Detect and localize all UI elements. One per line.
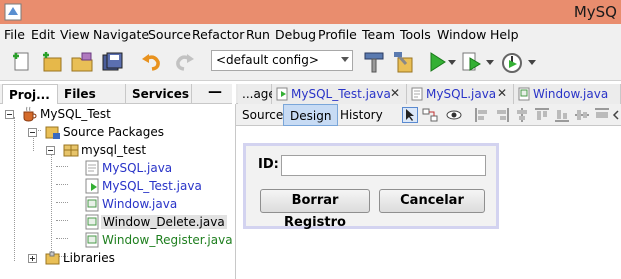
tab-overflow[interactable]: ...age <box>238 84 276 104</box>
form-file-icon <box>85 232 99 248</box>
menu-navigate[interactable]: Navigate <box>93 27 149 42</box>
menu-file[interactable]: File <box>4 27 25 42</box>
collapse-package-toggle[interactable] <box>46 146 55 155</box>
profile-icon[interactable] <box>500 50 524 74</box>
build-icon[interactable] <box>362 50 386 74</box>
connection-mode-icon[interactable] <box>422 107 438 123</box>
project-name: MySQL_Test <box>40 107 111 121</box>
file-name: Window_Delete.java <box>101 215 227 229</box>
file-name: Window_Register.java <box>102 233 233 247</box>
new-file-icon[interactable] <box>10 50 34 74</box>
history-view-button[interactable]: History <box>334 104 389 126</box>
java-main-file-icon <box>85 178 99 194</box>
file-name: MySQL_Test.java <box>102 179 202 193</box>
delete-record-button[interactable]: Borrar Registro <box>260 189 370 230</box>
menu-profile[interactable]: Profile <box>318 27 357 42</box>
title-bar: MySQ <box>0 0 621 24</box>
source-view-button[interactable]: Source <box>236 104 289 126</box>
menu-help[interactable]: Help <box>490 27 519 42</box>
tab-mysql-test-java[interactable]: MySQL_Test.java ✕ <box>272 84 407 104</box>
expand-libraries-toggle[interactable] <box>28 254 37 263</box>
menu-bar: File Edit View Navigate Source Refactor … <box>0 24 621 44</box>
redo-icon[interactable] <box>172 50 196 74</box>
run-dropdown-icon[interactable] <box>447 50 457 74</box>
java-file-icon <box>85 160 99 176</box>
menu-debug[interactable]: Debug <box>275 27 316 42</box>
form-file-icon <box>518 87 530 101</box>
undo-icon[interactable] <box>140 50 164 74</box>
align-bottom-icon[interactable] <box>554 107 570 123</box>
package-name: mysql_test <box>81 143 147 157</box>
new-project-icon[interactable] <box>40 50 64 74</box>
resize-width-icon[interactable] <box>594 107 610 123</box>
file-name: Window.java <box>102 197 178 211</box>
run-icon[interactable] <box>425 50 449 74</box>
align-right-icon[interactable] <box>494 107 510 123</box>
menu-refactor[interactable]: Refactor <box>192 27 244 42</box>
align-top-icon[interactable] <box>534 107 550 123</box>
menu-team[interactable]: Team <box>362 27 395 42</box>
source-packages-icon <box>45 126 60 139</box>
menu-edit[interactable]: Edit <box>31 27 55 42</box>
save-all-icon[interactable] <box>100 50 124 74</box>
window-title: MySQ <box>573 3 617 21</box>
tab-mysql-java[interactable]: MySQL.java ✕ <box>407 84 514 104</box>
libraries-label: Libraries <box>63 251 115 265</box>
tab-projects[interactable]: Proj... <box>2 84 58 104</box>
clean-build-icon[interactable] <box>392 50 416 74</box>
configuration-value: <default config> <box>216 53 319 67</box>
menu-view[interactable]: View <box>60 27 90 42</box>
design-view-button[interactable]: Design <box>283 104 339 126</box>
tab-files[interactable]: Files <box>58 84 126 104</box>
configuration-select[interactable]: <default config> <box>211 50 353 71</box>
toolbar-overflow-icon[interactable] <box>612 107 621 123</box>
debug-dropdown-icon[interactable] <box>485 50 495 74</box>
tab-label: Window.java <box>533 87 609 101</box>
chevron-down-icon <box>341 57 349 62</box>
center-vertically-icon[interactable] <box>574 107 590 123</box>
id-label: ID: <box>258 157 279 172</box>
profile-dropdown-icon[interactable] <box>527 50 537 74</box>
form-file-icon <box>85 214 99 230</box>
menu-run[interactable]: Run <box>246 27 270 42</box>
package-icon <box>63 144 79 157</box>
menu-tools[interactable]: Tools <box>400 27 431 42</box>
collapse-project-toggle[interactable] <box>5 110 14 119</box>
file-name: MySQL.java <box>102 161 173 175</box>
toolbar-divider <box>0 80 621 81</box>
coffee-cup-icon <box>23 106 37 122</box>
debug-icon[interactable] <box>460 50 484 74</box>
java-file-icon <box>276 87 288 101</box>
preview-design-icon[interactable] <box>446 107 462 123</box>
source-packages-label: Source Packages <box>63 125 165 139</box>
menu-window[interactable]: Window <box>437 27 486 42</box>
open-project-icon[interactable] <box>70 50 94 74</box>
editor-tabs: ...age MySQL_Test.java ✕ MySQL.java ✕ Wi… <box>236 84 621 104</box>
netbeans-app-icon <box>4 3 22 21</box>
selection-mode-icon[interactable] <box>402 107 418 123</box>
tab-label: MySQL.java <box>426 87 497 101</box>
tab-window-java[interactable]: Window.java <box>514 84 621 104</box>
minimize-panel-button[interactable]: — <box>208 84 222 100</box>
libraries-icon <box>45 251 60 265</box>
form-file-icon <box>85 196 99 212</box>
cancel-button[interactable]: Cancelar <box>379 189 485 213</box>
close-tab-icon[interactable]: ✕ <box>497 86 507 100</box>
projects-panel-tabs: Proj... Files Services <box>0 84 232 104</box>
tab-label: MySQL_Test.java <box>291 87 391 101</box>
java-file-icon <box>411 87 423 101</box>
collapse-source-packages-toggle[interactable] <box>28 128 37 137</box>
editor-view-toolbar: Source Design History <box>236 104 621 126</box>
align-left-icon[interactable] <box>474 107 490 123</box>
menu-source[interactable]: Source <box>148 27 191 42</box>
tab-services[interactable]: Services <box>126 84 192 104</box>
close-tab-icon[interactable]: ✕ <box>390 86 400 100</box>
center-horizontally-icon[interactable] <box>514 107 530 123</box>
id-input[interactable] <box>281 155 486 176</box>
